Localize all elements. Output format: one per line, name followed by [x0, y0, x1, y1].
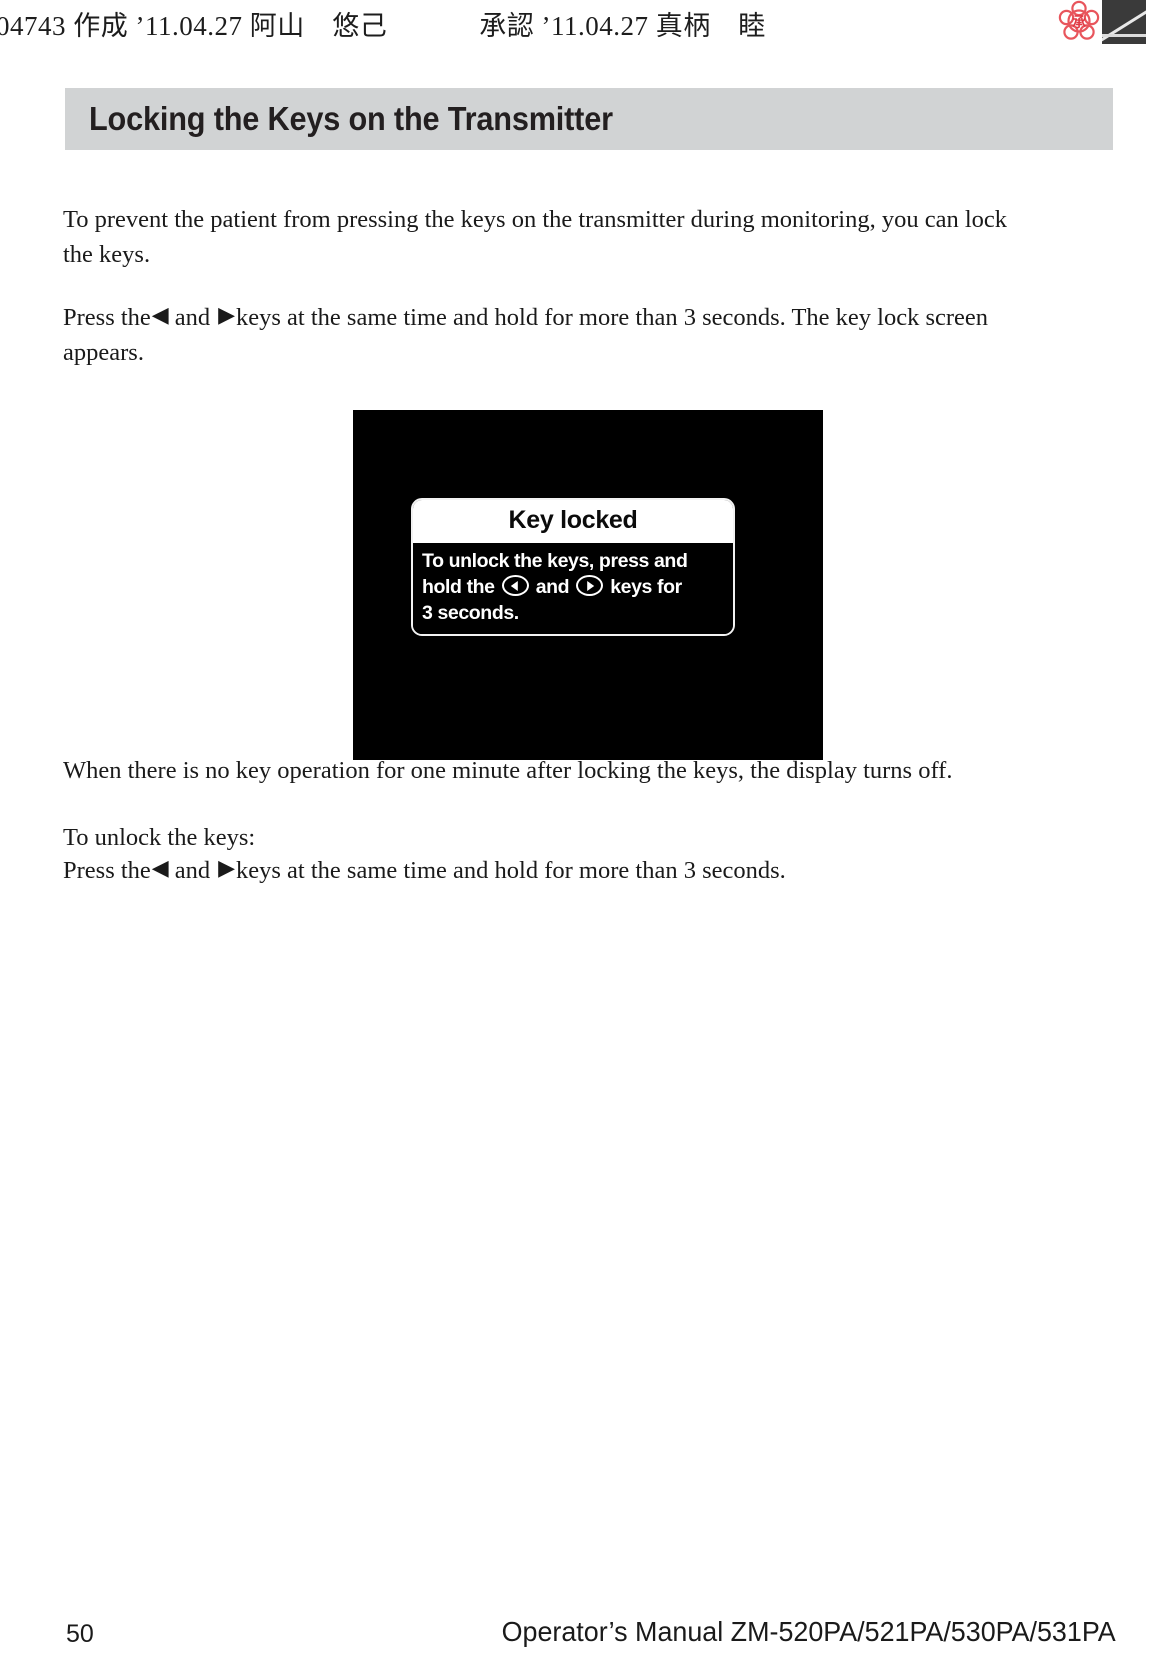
paragraph-intro: To prevent the patient from pressing the…	[63, 202, 1043, 272]
left-arrow-icon: ◀	[151, 855, 169, 880]
section-title-band: Locking the Keys on the Transmitter	[65, 88, 1113, 150]
left-arrow-icon: ◀	[151, 302, 169, 327]
paragraph-unlock-instruction: Press the◀ and ▶keys at the same time and …	[63, 853, 1043, 888]
display-timeout-text: When there is no key operation for one m…	[63, 757, 953, 784]
approval-hanko-stamp-icon: 承	[1058, 0, 1100, 46]
page-number: 50	[66, 1620, 94, 1648]
dialog-line-3: 3 seconds.	[422, 602, 519, 624]
key-locked-dialog-title: Key locked	[413, 500, 733, 543]
paragraph-lock-instruction: Press the◀ and ▶keys at the same time and …	[63, 300, 1043, 370]
dialog-line-2-conjunction: and	[535, 576, 570, 598]
dialog-right-key-icon	[576, 575, 604, 596]
secondary-dark-stamp-icon	[1102, 0, 1146, 44]
unlock-instruction-suffix: keys at the same time and hold for more …	[236, 857, 786, 884]
header-creation-meta: 04743 作成 ’11.04.27 阿山 悠己	[0, 11, 388, 41]
lock-instruction-prefix: Press the	[63, 304, 151, 331]
header-stamp-group: 承	[1058, 0, 1146, 46]
lock-instruction-conjunction: and	[174, 304, 211, 331]
page-title: Locking the Keys on the Transmitter	[89, 100, 613, 137]
svg-text:承: 承	[1072, 15, 1086, 31]
dialog-line-2-suffix: keys for	[610, 576, 682, 598]
unlock-heading-text: To unlock the keys:	[63, 824, 256, 851]
dialog-line-2-prefix: hold the	[422, 576, 495, 598]
manual-title-footer: Operator’s Manual ZM-520PA/521PA/530PA/5…	[501, 1616, 1116, 1647]
document-production-header: 04743 作成 ’11.04.27 阿山 悠己 承認 ’11.04.27 真柄…	[0, 0, 1158, 52]
dialog-line-1: To unlock the keys, press and	[422, 550, 688, 572]
header-approval-meta: 承認 ’11.04.27 真柄 睦	[479, 11, 766, 41]
unlock-instruction-conjunction: and	[174, 857, 211, 884]
paragraph-display-timeout: When there is no key operation for one m…	[63, 753, 1043, 788]
transmitter-display-screenshot: Key locked To unlock the keys, press and…	[353, 410, 823, 760]
right-arrow-icon: ▶	[218, 302, 236, 327]
right-arrow-icon: ▶	[218, 855, 236, 880]
unlock-instruction-prefix: Press the	[63, 857, 151, 884]
dialog-left-key-icon	[501, 575, 529, 596]
page-footer: 50 Operator’s Manual ZM-520PA/521PA/530P…	[0, 1614, 1158, 1654]
paragraph-unlock-heading: To unlock the keys:	[63, 820, 1043, 855]
key-locked-dialog: Key locked To unlock the keys, press and…	[411, 498, 735, 636]
key-locked-dialog-body: To unlock the keys, press and hold the a…	[413, 543, 733, 634]
paragraph-intro-text: To prevent the patient from pressing the…	[63, 206, 1008, 268]
